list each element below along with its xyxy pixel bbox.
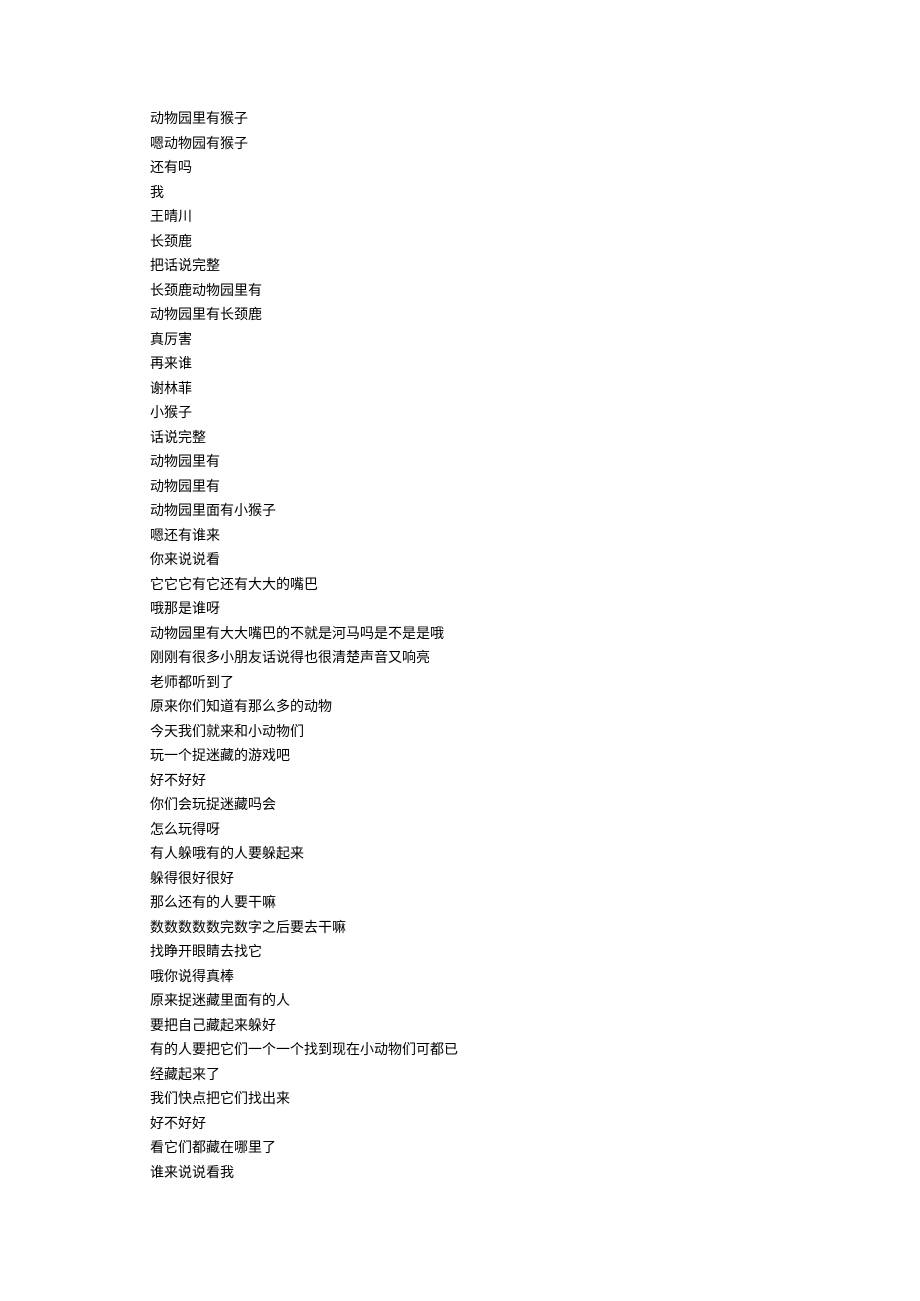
text-line: 我们快点把它们找出来 bbox=[150, 1088, 920, 1113]
text-line: 原来你们知道有那么多的动物 bbox=[150, 696, 920, 721]
text-line: 经藏起来了 bbox=[150, 1064, 920, 1089]
text-line: 王晴川 bbox=[150, 206, 920, 231]
text-line: 谢林菲 bbox=[150, 378, 920, 403]
text-line: 要把自己藏起来躲好 bbox=[150, 1015, 920, 1040]
document-content: 动物园里有猴子嗯动物园有猴子还有吗我王晴川长颈鹿把话说完整长颈鹿动物园里有动物园… bbox=[150, 108, 920, 1186]
text-line: 老师都听到了 bbox=[150, 672, 920, 697]
text-line: 谁来说说看我 bbox=[150, 1162, 920, 1187]
text-line: 动物园里有猴子 bbox=[150, 108, 920, 133]
text-line: 我 bbox=[150, 182, 920, 207]
text-line: 小猴子 bbox=[150, 402, 920, 427]
text-line: 好不好好 bbox=[150, 770, 920, 795]
text-line: 它它它有它还有大大的嘴巴 bbox=[150, 574, 920, 599]
text-line: 那么还有的人要干嘛 bbox=[150, 892, 920, 917]
text-line: 长颈鹿动物园里有 bbox=[150, 280, 920, 305]
text-line: 你来说说看 bbox=[150, 549, 920, 574]
text-line: 再来谁 bbox=[150, 353, 920, 378]
text-line: 今天我们就来和小动物们 bbox=[150, 721, 920, 746]
text-line: 躲得很好很好 bbox=[150, 868, 920, 893]
text-line: 长颈鹿 bbox=[150, 231, 920, 256]
text-line: 嗯动物园有猴子 bbox=[150, 133, 920, 158]
text-line: 有的人要把它们一个一个找到现在小动物们可都已 bbox=[150, 1039, 920, 1064]
text-line: 动物园里面有小猴子 bbox=[150, 500, 920, 525]
text-line: 数数数数数完数字之后要去干嘛 bbox=[150, 917, 920, 942]
text-line: 哦你说得真棒 bbox=[150, 966, 920, 991]
text-line: 怎么玩得呀 bbox=[150, 819, 920, 844]
text-line: 找睁开眼睛去找它 bbox=[150, 941, 920, 966]
text-line: 话说完整 bbox=[150, 427, 920, 452]
text-line: 你们会玩捉迷藏吗会 bbox=[150, 794, 920, 819]
text-line: 动物园里有大大嘴巴的不就是河马吗是不是是哦 bbox=[150, 623, 920, 648]
document-page: 动物园里有猴子嗯动物园有猴子还有吗我王晴川长颈鹿把话说完整长颈鹿动物园里有动物园… bbox=[0, 0, 920, 1301]
text-line: 好不好好 bbox=[150, 1113, 920, 1138]
text-line: 看它们都藏在哪里了 bbox=[150, 1137, 920, 1162]
text-line: 动物园里有 bbox=[150, 451, 920, 476]
text-line: 有人躲哦有的人要躲起来 bbox=[150, 843, 920, 868]
text-line: 哦那是谁呀 bbox=[150, 598, 920, 623]
text-line: 玩一个捉迷藏的游戏吧 bbox=[150, 745, 920, 770]
text-line: 动物园里有 bbox=[150, 476, 920, 501]
text-line: 真厉害 bbox=[150, 329, 920, 354]
text-line: 刚刚有很多小朋友话说得也很清楚声音又响亮 bbox=[150, 647, 920, 672]
text-line: 嗯还有谁来 bbox=[150, 525, 920, 550]
text-line: 原来捉迷藏里面有的人 bbox=[150, 990, 920, 1015]
text-line: 动物园里有长颈鹿 bbox=[150, 304, 920, 329]
text-line: 还有吗 bbox=[150, 157, 920, 182]
text-line: 把话说完整 bbox=[150, 255, 920, 280]
